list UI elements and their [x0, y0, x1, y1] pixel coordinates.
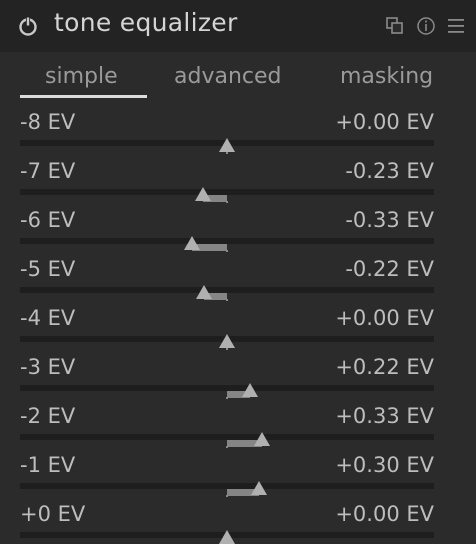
active-tab-indicator	[20, 95, 147, 98]
presets-menu-icon[interactable]	[446, 16, 466, 36]
slider-label: -8 EV	[20, 110, 76, 134]
slider-center-mark	[226, 495, 228, 497]
slider-thumb[interactable]	[253, 432, 270, 446]
slider-label: +0 EV	[20, 502, 86, 526]
power-icon[interactable]	[18, 16, 38, 36]
slider-center-mark	[226, 201, 228, 203]
slider-label: -7 EV	[20, 159, 76, 183]
slider-minus-7-ev[interactable]: -7 EV -0.23 EV	[0, 159, 476, 208]
reset-icon[interactable]	[416, 16, 436, 36]
slider-value: +0.22 EV	[335, 355, 434, 379]
slider-thumb[interactable]	[242, 383, 259, 397]
slider-plus-0-ev[interactable]: +0 EV +0.00 EV	[0, 502, 476, 544]
slider-thumb[interactable]	[250, 481, 267, 495]
slider-value: +0.00 EV	[335, 110, 434, 134]
slider-thumb[interactable]	[195, 285, 212, 299]
slider-value: -0.33 EV	[345, 208, 434, 232]
slider-center-mark	[226, 299, 228, 301]
slider-label: -6 EV	[20, 208, 76, 232]
tab-advanced[interactable]: advanced	[174, 64, 282, 89]
slider-thumb[interactable]	[194, 187, 211, 201]
slider-minus-2-ev[interactable]: -2 EV +0.33 EV	[0, 404, 476, 453]
slider-track[interactable]	[20, 238, 434, 244]
multi-instance-icon[interactable]	[385, 16, 405, 36]
module-header[interactable]: tone equalizer	[0, 0, 476, 52]
tab-simple[interactable]: simple	[45, 64, 118, 89]
module-title: tone equalizer	[54, 8, 238, 37]
slider-track[interactable]	[20, 287, 434, 293]
slider-minus-6-ev[interactable]: -6 EV -0.33 EV	[0, 208, 476, 257]
slider-center-mark	[226, 348, 228, 350]
slider-minus-4-ev[interactable]: -4 EV +0.00 EV	[0, 306, 476, 355]
slider-value: -0.23 EV	[345, 159, 434, 183]
slider-label: -2 EV	[20, 404, 76, 428]
slider-thumb[interactable]	[184, 236, 201, 250]
slider-value: +0.33 EV	[335, 404, 434, 428]
tab-masking[interactable]: masking	[340, 64, 433, 89]
slider-value: -0.22 EV	[345, 257, 434, 281]
slider-center-mark	[226, 446, 228, 448]
slider-label: -3 EV	[20, 355, 76, 379]
tab-bar: simple advanced masking	[0, 60, 476, 100]
slider-label: -5 EV	[20, 257, 76, 281]
slider-thumb[interactable]	[219, 530, 235, 544]
slider-center-mark	[226, 152, 228, 154]
slider-thumb[interactable]	[219, 334, 235, 348]
slider-minus-1-ev[interactable]: -1 EV +0.30 EV	[0, 453, 476, 502]
slider-value: +0.00 EV	[335, 502, 434, 526]
slider-center-mark	[226, 250, 228, 252]
slider-track[interactable]	[20, 189, 434, 195]
slider-label: -4 EV	[20, 306, 76, 330]
slider-minus-8-ev[interactable]: -8 EV +0.00 EV	[0, 110, 476, 159]
slider-value: +0.00 EV	[335, 306, 434, 330]
slider-minus-3-ev[interactable]: -3 EV +0.22 EV	[0, 355, 476, 404]
slider-minus-5-ev[interactable]: -5 EV -0.22 EV	[0, 257, 476, 306]
tone-equalizer-module: tone equalizer simple advanced masking -…	[0, 0, 476, 544]
slider-center-mark	[226, 397, 228, 399]
slider-label: -1 EV	[20, 453, 76, 477]
slider-value: +0.30 EV	[335, 453, 434, 477]
slider-thumb[interactable]	[219, 138, 235, 152]
